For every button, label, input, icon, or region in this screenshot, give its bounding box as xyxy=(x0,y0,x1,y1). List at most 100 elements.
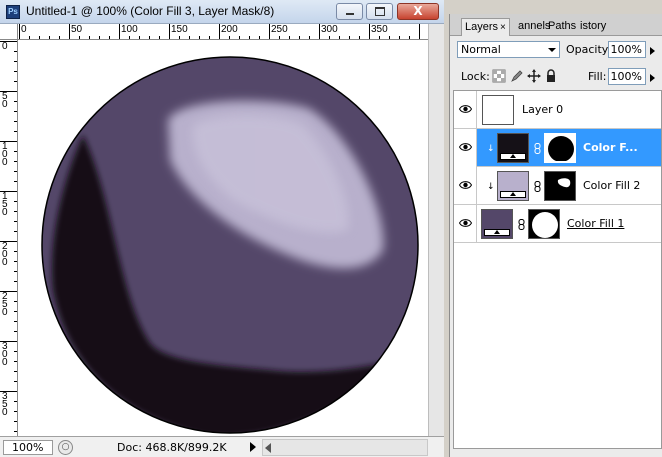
minimize-icon xyxy=(346,13,354,15)
link-chain-icon[interactable] xyxy=(518,219,525,230)
ruler-label: 350 xyxy=(371,24,388,35)
ruler-tick xyxy=(14,301,17,302)
status-options-icon[interactable]: ○ xyxy=(58,440,73,455)
lock-position-icon[interactable] xyxy=(527,69,541,83)
ruler-tick xyxy=(379,36,380,39)
horizontal-scrollbar[interactable] xyxy=(262,439,428,456)
tab-close-icon[interactable]: × xyxy=(500,22,506,33)
fill-color-thumbnail[interactable] xyxy=(497,133,529,163)
close-button[interactable]: X xyxy=(397,3,439,20)
ruler-tick xyxy=(259,36,260,39)
ruler-tick xyxy=(229,36,230,39)
ruler-tick xyxy=(14,111,17,112)
ruler-tick xyxy=(289,36,290,39)
ruler-tick xyxy=(129,36,130,39)
ruler-tick xyxy=(14,161,17,162)
layer-mask-thumbnail[interactable] xyxy=(528,209,560,239)
ruler-tick xyxy=(299,36,300,39)
layers-list: Layer 0 ↓ Color F... ↓ Color Fill 2 Colo… xyxy=(453,90,662,449)
link-chain-icon[interactable] xyxy=(534,181,541,192)
layer-row-color-fill-3[interactable]: ↓ Color F... xyxy=(454,129,661,167)
fill-layer-band-icon xyxy=(500,191,526,198)
ruler-tick xyxy=(59,36,60,39)
ruler-tick xyxy=(14,71,17,72)
tab-layers[interactable]: Layers × xyxy=(461,18,510,36)
ruler-tick xyxy=(14,121,17,122)
layer-thumbnail[interactable] xyxy=(482,95,514,125)
ruler-tick xyxy=(14,261,17,262)
lock-all-icon[interactable] xyxy=(544,69,558,83)
ruler-tick xyxy=(0,41,17,42)
ruler-tick xyxy=(329,36,330,39)
ruler-tick xyxy=(179,36,180,39)
tab-paths[interactable]: Paths xyxy=(545,18,579,36)
ruler-tick xyxy=(369,24,370,39)
lock-image-pixels-icon[interactable] xyxy=(510,69,524,83)
visibility-toggle[interactable] xyxy=(454,129,477,167)
ruler-label: 250 xyxy=(271,24,288,35)
visibility-toggle[interactable] xyxy=(454,91,477,129)
link-chain-icon[interactable] xyxy=(534,143,541,154)
fill-layer-band-icon xyxy=(500,153,526,160)
ruler-tick xyxy=(14,211,17,212)
fill-color-thumbnail[interactable] xyxy=(497,171,529,201)
photoshop-app-icon: Ps xyxy=(6,5,20,19)
ruler-tick xyxy=(339,36,340,39)
layer-row-color-fill-1[interactable]: Color Fill 1 xyxy=(454,205,661,243)
ruler-tick xyxy=(14,171,17,172)
visibility-toggle[interactable] xyxy=(454,205,477,243)
panel-tabs: Layers × annels Paths istory xyxy=(450,14,662,36)
document-titlebar[interactable]: Ps Untitled-1 @ 100% (Color Fill 3, Laye… xyxy=(0,0,444,24)
opacity-slider-arrow-icon[interactable] xyxy=(649,41,659,58)
layer-name[interactable]: Color F... xyxy=(583,141,638,154)
ruler-tick xyxy=(14,311,17,312)
horizontal-ruler[interactable]: 0 50 100 150 200 250 300 350 xyxy=(18,24,428,40)
ruler-tick xyxy=(14,221,17,222)
blend-mode-value: Normal xyxy=(461,43,501,56)
lock-transparent-pixels-icon[interactable] xyxy=(492,69,506,83)
layer-name[interactable]: Layer 0 xyxy=(522,103,563,116)
ruler-tick xyxy=(0,191,17,192)
eye-icon xyxy=(459,181,472,189)
visibility-toggle[interactable] xyxy=(454,167,477,205)
blend-mode-select[interactable]: Normal xyxy=(457,41,560,58)
opacity-label: Opacity: xyxy=(566,43,612,56)
opacity-field[interactable]: 100% xyxy=(608,41,646,58)
ruler-tick xyxy=(109,36,110,39)
ruler-tick xyxy=(14,361,17,362)
ruler-tick xyxy=(14,81,17,82)
ruler-tick xyxy=(14,351,17,352)
fill-slider-arrow-icon[interactable] xyxy=(649,68,659,85)
tab-history[interactable]: istory xyxy=(577,18,609,36)
layer-name[interactable]: Color Fill 2 xyxy=(583,179,640,192)
vertical-scrollbar[interactable] xyxy=(428,24,444,436)
sphere-artwork xyxy=(41,56,419,434)
scroll-left-arrow-icon[interactable] xyxy=(265,443,271,453)
ruler-tick xyxy=(169,24,170,39)
image-canvas[interactable] xyxy=(18,40,428,436)
ruler-tick xyxy=(14,331,17,332)
layer-row-layer-0[interactable]: Layer 0 xyxy=(454,91,661,129)
fill-field[interactable]: 100% xyxy=(608,68,646,85)
ruler-tick xyxy=(0,91,17,92)
minimize-button[interactable] xyxy=(336,3,363,20)
layer-row-color-fill-2[interactable]: ↓ Color Fill 2 xyxy=(454,167,661,205)
ruler-tick xyxy=(0,391,17,392)
maximize-button[interactable] xyxy=(366,3,393,20)
ruler-label: 200 xyxy=(2,241,8,268)
ruler-tick xyxy=(139,36,140,39)
ruler-tick xyxy=(79,36,80,39)
status-menu-arrow-icon[interactable] xyxy=(250,442,256,452)
layer-mask-thumbnail[interactable] xyxy=(544,171,576,201)
clipping-mask-icon: ↓ xyxy=(487,144,495,154)
ruler-origin[interactable] xyxy=(0,24,18,40)
fill-color-thumbnail[interactable] xyxy=(481,209,513,239)
ruler-tick xyxy=(349,36,350,39)
layer-name[interactable]: Color Fill 1 xyxy=(567,217,624,230)
close-icon: X xyxy=(413,4,423,18)
ruler-label: 50 xyxy=(71,24,83,35)
zoom-level-field[interactable]: 100% xyxy=(3,440,53,455)
layer-mask-thumbnail[interactable] xyxy=(544,133,576,163)
document-title: Untitled-1 @ 100% (Color Fill 3, Layer M… xyxy=(26,4,275,18)
vertical-ruler[interactable]: 0 50 100 150 200 250 300 350 xyxy=(0,40,18,436)
